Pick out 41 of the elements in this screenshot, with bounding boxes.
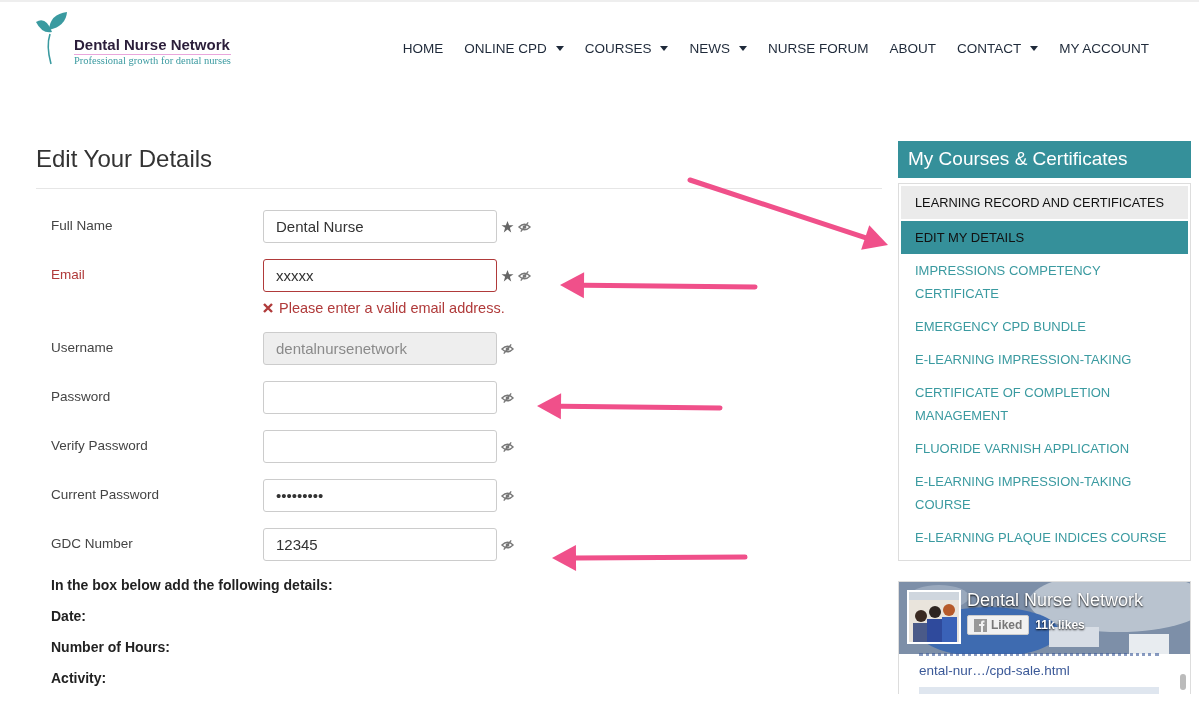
error-message: Please enter a valid email address. — [279, 300, 505, 316]
instruction-text: Activity: — [51, 670, 108, 686]
nav-link[interactable]: MY ACCOUNT — [1059, 41, 1149, 56]
site-tagline: Professional growth for dental nurses — [74, 55, 231, 66]
error-icon — [263, 303, 273, 313]
nav-link[interactable]: ABOUT — [889, 41, 936, 56]
sidebar-item[interactable]: LEARNING RECORD AND CERTIFICATES — [901, 186, 1188, 219]
post-link[interactable]: ental-nur…/cpd-sale.html — [919, 663, 1070, 678]
hidden-eye-icon[interactable] — [501, 391, 514, 404]
nav-link[interactable]: COURSES — [584, 41, 669, 56]
text-field[interactable] — [263, 381, 497, 414]
sidebar-item[interactable]: EDIT MY DETAILS — [901, 221, 1188, 254]
field-label: GDC Number — [51, 535, 134, 551]
hidden-eye-icon[interactable] — [501, 440, 514, 453]
nav-link[interactable]: ONLINE CPD — [464, 41, 564, 56]
field-label: Verify Password — [51, 437, 149, 453]
field-label: Password — [51, 388, 112, 404]
page-title: Edit Your Details — [36, 141, 882, 189]
text-field[interactable]: 12345 — [263, 528, 497, 561]
scrollbar-thumb[interactable] — [1180, 674, 1186, 690]
nav-link[interactable]: NURSE FORUM — [767, 41, 869, 56]
hidden-eye-icon[interactable] — [518, 269, 531, 282]
hidden-eye-icon[interactable] — [518, 220, 531, 233]
nav-link[interactable]: HOME — [402, 41, 444, 56]
nav-link[interactable]: NEWS — [689, 41, 747, 56]
field-label: Current Password — [51, 486, 161, 502]
nav-link[interactable]: CONTACT — [957, 41, 1039, 56]
text-field[interactable] — [263, 430, 497, 463]
site-name: Dental Nurse Network — [74, 36, 231, 55]
sidebar-title: My Courses & Certificates — [898, 141, 1191, 178]
instruction-text: Date: — [51, 608, 87, 624]
hidden-eye-icon[interactable] — [501, 538, 514, 551]
text-field[interactable]: Dental Nurse — [263, 210, 497, 243]
field-label: Username — [51, 339, 115, 355]
text-field[interactable]: xxxxx — [263, 259, 497, 292]
field-label: Email — [51, 266, 86, 282]
instruction-text: Number of Hours: — [51, 639, 171, 655]
instruction-text: In the box below add the following details: — [51, 577, 334, 593]
text-field[interactable]: ••••••••• — [263, 479, 497, 512]
field-label: Full Name — [51, 217, 114, 233]
hidden-eye-icon[interactable] — [501, 489, 514, 502]
